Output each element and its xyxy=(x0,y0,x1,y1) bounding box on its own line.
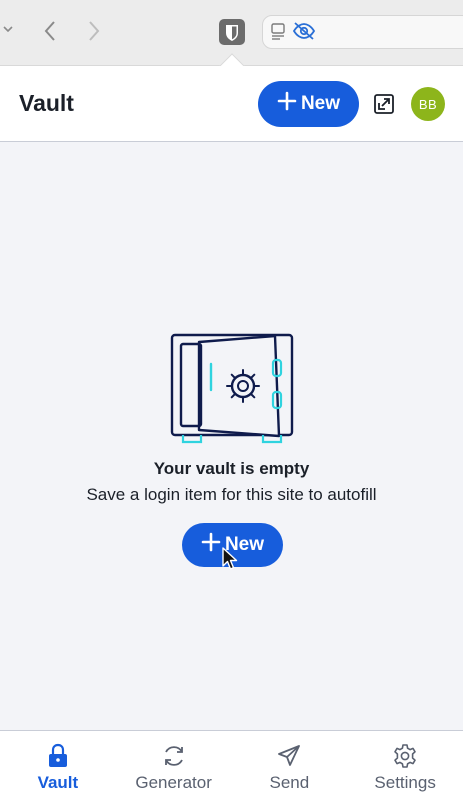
gear-icon xyxy=(392,743,418,769)
nav-item-send[interactable]: Send xyxy=(232,731,348,800)
empty-state: Your vault is empty Save a login item fo… xyxy=(0,332,463,506)
page-title: Vault xyxy=(19,90,74,116)
vault-illustration xyxy=(170,333,293,444)
nav-item-generator[interactable]: Generator xyxy=(116,731,232,800)
empty-state-description: Save a login item for this site to autof… xyxy=(86,485,377,504)
nav-label-vault: Vault xyxy=(37,773,79,792)
plus-icon xyxy=(201,532,221,558)
refresh-icon xyxy=(161,743,187,769)
popout-icon[interactable] xyxy=(372,92,396,116)
mouse-cursor-icon xyxy=(221,546,239,577)
forward-arrow-icon[interactable] xyxy=(84,18,104,49)
paper-plane-icon xyxy=(276,743,302,769)
vault-main: Your vault is empty Save a login item fo… xyxy=(0,142,463,730)
nav-item-vault[interactable]: Vault xyxy=(0,731,116,800)
plus-icon xyxy=(277,91,297,117)
popup-header: Vault New BB xyxy=(0,66,463,142)
nav-item-settings[interactable]: Settings xyxy=(347,731,463,800)
nav-label-settings: Settings xyxy=(374,773,436,792)
nav-label-generator: Generator xyxy=(135,773,212,792)
bottom-nav: Vault Generator Send Settings xyxy=(0,730,463,800)
new-item-button-label: New xyxy=(300,93,341,114)
back-arrow-icon[interactable] xyxy=(40,18,60,49)
chevron-down-icon[interactable] xyxy=(2,22,14,40)
lock-icon xyxy=(47,743,69,769)
nav-label-send: Send xyxy=(269,773,310,792)
avatar[interactable]: BB xyxy=(411,87,445,121)
bitwarden-extension-icon[interactable] xyxy=(218,18,246,51)
empty-state-title: Your vault is empty xyxy=(153,459,310,478)
reader-view-icon[interactable] xyxy=(270,22,288,45)
hidden-eye-icon[interactable] xyxy=(292,21,316,46)
new-item-button[interactable]: New xyxy=(258,81,359,127)
